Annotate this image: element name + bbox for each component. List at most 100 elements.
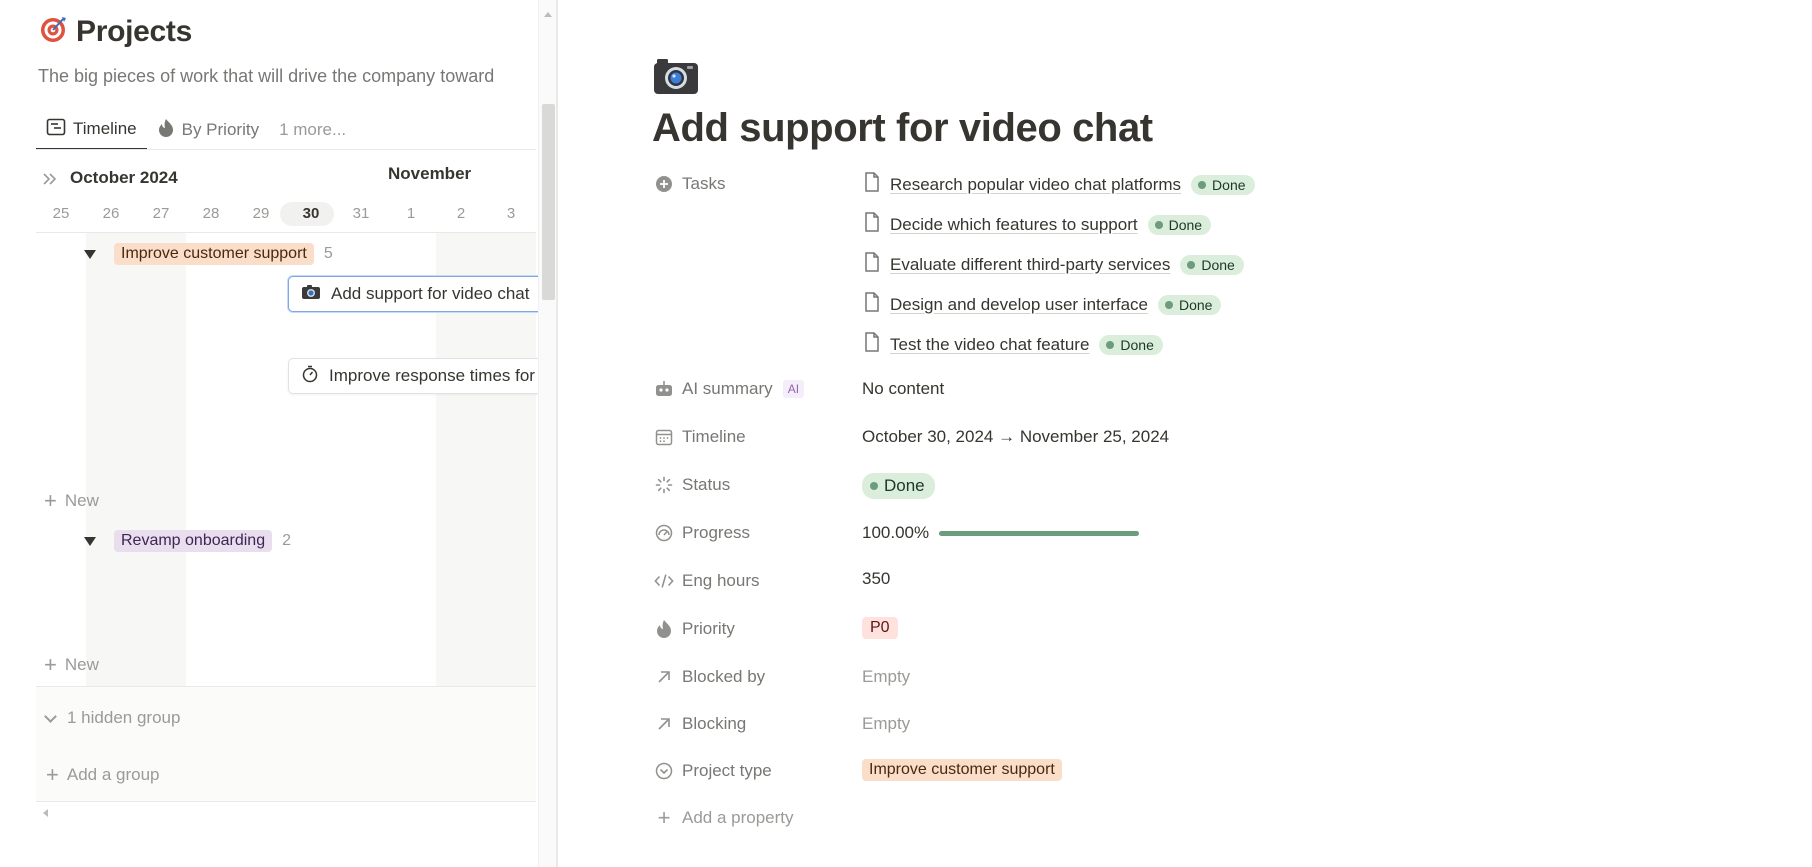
task-item[interactable]: Test the video chat feature Done [864,332,1163,357]
plus-icon: + [44,488,57,513]
stopwatch-icon [301,365,319,388]
group-header-revamp-onboarding[interactable]: Revamp onboarding 2 [84,530,291,552]
new-item-button[interactable]: + New [44,490,99,512]
property-label: Progress [682,523,751,542]
calendar-icon [654,427,674,447]
property-label: Project type [682,761,772,780]
hidden-groups-toggle[interactable]: 1 hidden group [44,708,181,728]
expand-icon[interactable] [42,172,58,191]
gauge-icon [654,523,674,543]
property-eng-hours[interactable]: Eng hours [654,571,760,591]
view-tabs: Timeline By Priority 1 more... [36,110,356,150]
blocking-value[interactable]: Empty [862,714,910,734]
timeline-days: 25 26 27 28 29 30 31 1 2 3 [36,202,536,226]
scroll-up-arrow[interactable] [544,12,552,17]
timeline-month-current: October 2024 [70,168,178,187]
task-item[interactable]: Research popular video chat platforms Do… [864,172,1255,197]
property-priority[interactable]: Priority [654,619,735,639]
tab-more[interactable]: 1 more... [269,110,356,150]
task-name[interactable]: Design and develop user interface [890,295,1148,315]
timeline-day: 25 [52,205,70,222]
flame-icon [157,118,175,143]
tabs-divider [36,149,536,150]
property-tasks[interactable]: Tasks [654,174,725,194]
ai-summary-value[interactable]: No content [862,379,944,399]
tab-by-priority[interactable]: By Priority [147,110,269,150]
property-project-type[interactable]: Project type [654,761,772,781]
add-group-label: Add a group [66,765,160,784]
status-badge: Done [1158,294,1222,315]
property-timeline[interactable]: Timeline [654,427,746,447]
property-label: Blocked by [682,667,766,686]
group-count: 5 [323,245,333,262]
camera-icon[interactable] [652,56,700,101]
property-label: Eng hours [682,571,760,590]
property-label: Priority [682,619,735,638]
group-header-improve-customer-support[interactable]: Improve customer support 5 [84,243,333,265]
property-status[interactable]: Status [654,475,730,495]
property-progress[interactable]: Progress [654,523,750,543]
property-blocked-by[interactable]: Blocked by [654,667,765,687]
timeline-card[interactable]: Improve response times for [288,358,548,394]
caret-down-icon[interactable] [84,536,96,546]
eng-hours-value[interactable]: 350 [862,569,890,589]
property-label: Timeline [682,427,746,446]
status-badge: Done [1147,214,1212,235]
card-label: Improve response times for [329,366,535,385]
plus-circle-icon [654,174,674,194]
hidden-groups-label: 1 hidden group [67,708,181,727]
status-loader-icon [654,475,674,495]
tab-timeline[interactable]: Timeline [36,110,147,150]
add-property-button[interactable]: + Add a property [654,807,794,829]
page-icon [864,172,880,197]
task-item[interactable]: Evaluate different third-party services … [864,252,1244,277]
priority-tag: P0 [862,617,898,639]
timeline-value[interactable]: October 30, 2024 → November 25, 2024 [862,427,1169,447]
card-label: Add support for video chat [331,284,530,303]
property-label: Blocking [682,714,747,733]
project-type-value[interactable]: Improve customer support [862,759,1062,781]
arrow-up-right-icon [654,667,674,687]
task-name[interactable]: Research popular video chat platforms [890,175,1181,195]
priority-value[interactable]: P0 [862,617,898,639]
caret-down-icon[interactable] [84,249,96,259]
status-text: Done [1179,296,1213,313]
timeline-day: 3 [506,205,516,222]
task-item[interactable]: Design and develop user interface Done [864,292,1222,317]
property-blocking[interactable]: Blocking [654,714,746,734]
status-badge: Done [1099,334,1163,355]
property-ai-summary[interactable]: AI summary AI [654,379,805,399]
timeline-day: 27 [152,205,170,222]
timeline-day: 2 [456,205,466,222]
tab-label: Timeline [73,119,137,138]
scrollbar-thumb[interactable] [542,104,555,300]
status-dot [1187,260,1196,269]
status-value[interactable]: Done [862,473,935,499]
projects-panel: Projects The big pieces of work that wil… [0,0,556,867]
target-icon [38,14,68,49]
timeline-card-selected[interactable]: Add support for video chat [288,276,548,312]
timeline-month-next: November [388,164,472,183]
task-name[interactable]: Test the video chat feature [890,335,1089,355]
status-text: Done [1212,176,1246,193]
page-icon [864,332,880,357]
arrow-up-right-icon [654,714,674,734]
scroll-left-arrow[interactable] [43,809,48,817]
tab-label: By Priority [181,120,260,139]
progress-value[interactable]: 100.00% [862,523,1140,543]
status-dot [1165,300,1173,309]
new-item-button[interactable]: + New [44,654,99,676]
vertical-scrollbar[interactable] [538,0,556,867]
page-icon [864,292,880,317]
plus-icon: + [44,652,57,677]
task-name[interactable]: Decide which features to support [890,215,1138,235]
blocked-by-value[interactable]: Empty [862,667,910,687]
task-item[interactable]: Decide which features to support Done [864,212,1212,237]
task-name[interactable]: Evaluate different third-party services [890,255,1170,275]
page-icon [864,212,880,237]
page-title[interactable]: Add support for video chat [652,106,1153,151]
add-group-button[interactable]: + Add a group [46,764,160,786]
ai-badge: AI [782,380,805,398]
status-dot [870,482,878,490]
page-detail-panel: Add support for video chat Tasks Researc… [558,0,1812,867]
